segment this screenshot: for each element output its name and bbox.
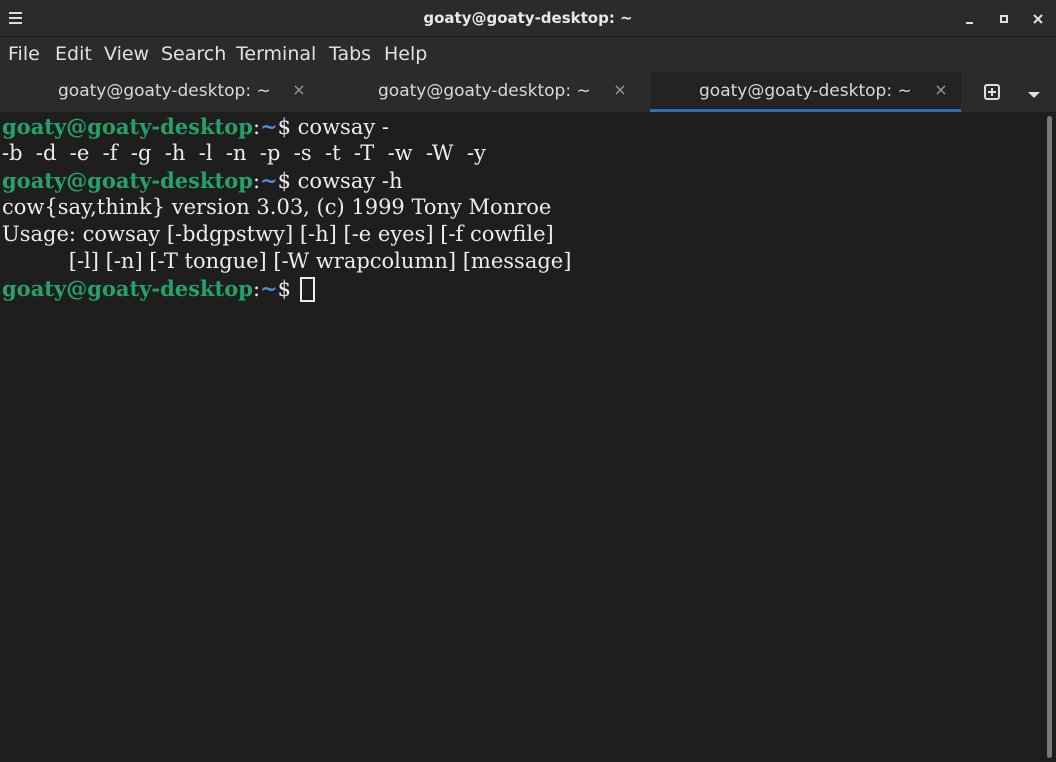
new-tab-icon bbox=[984, 84, 1000, 100]
tab-label: goaty@goaty-desktop: ~ bbox=[699, 81, 912, 101]
prompt-path: ~ bbox=[260, 276, 278, 301]
prompt-path: ~ bbox=[260, 114, 278, 139]
prompt-user: goaty@goaty-desktop bbox=[2, 276, 253, 301]
prompt-user: goaty@goaty-desktop bbox=[2, 114, 253, 139]
terminal-line: [-l] [-n] [-T tongue] [-W wrapcolumn] [m… bbox=[2, 249, 572, 273]
terminal-output[interactable]: goaty@goaty-desktop:~$ cowsay - -b -d -e… bbox=[0, 112, 1042, 762]
terminal-line: goaty@goaty-desktop:~$ bbox=[2, 275, 315, 302]
prompt-path: ~ bbox=[260, 168, 278, 193]
menu-tabs[interactable]: Tabs bbox=[329, 37, 371, 72]
tab-close-icon[interactable]: × bbox=[291, 82, 307, 98]
tab-close-icon[interactable]: × bbox=[933, 82, 949, 98]
prompt-user: goaty@goaty-desktop bbox=[2, 168, 253, 193]
menu-search[interactable]: Search bbox=[161, 37, 226, 72]
text-cursor bbox=[299, 277, 315, 302]
terminal-window: goaty@goaty-desktop: ~ File Edit View Se… bbox=[0, 0, 1056, 762]
window-title: goaty@goaty-desktop: ~ bbox=[423, 9, 633, 27]
maximize-icon bbox=[1000, 15, 1008, 23]
maximize-button[interactable] bbox=[994, 9, 1014, 29]
menu-edit[interactable]: Edit bbox=[55, 37, 92, 72]
tab-label: goaty@goaty-desktop: ~ bbox=[378, 81, 591, 101]
terminal-line: cow{say,think} version 3.03, (c) 1999 To… bbox=[2, 195, 552, 219]
scrollbar[interactable] bbox=[1042, 112, 1056, 762]
tab-label: goaty@goaty-desktop: ~ bbox=[58, 81, 271, 101]
scrollbar-thumb[interactable] bbox=[1047, 116, 1052, 758]
new-tab-button[interactable] bbox=[983, 83, 1001, 101]
menu-file[interactable]: File bbox=[8, 37, 40, 72]
terminal-line: goaty@goaty-desktop:~$ cowsay - bbox=[2, 114, 389, 139]
minimize-icon bbox=[966, 22, 973, 24]
command-text: cowsay - bbox=[291, 115, 389, 139]
command-text: cowsay -h bbox=[291, 169, 403, 193]
close-button[interactable] bbox=[1028, 9, 1048, 29]
tab-1[interactable]: goaty@goaty-desktop: ~ × bbox=[0, 72, 325, 112]
close-icon bbox=[1033, 14, 1043, 24]
terminal-line: goaty@goaty-desktop:~$ cowsay -h bbox=[2, 168, 403, 193]
terminal-line: Usage: cowsay [-bdgpstwy] [-h] [-e eyes]… bbox=[2, 222, 554, 246]
tab-2[interactable]: goaty@goaty-desktop: ~ × bbox=[325, 72, 650, 112]
minimize-button[interactable] bbox=[960, 9, 980, 29]
tab-3-active[interactable]: goaty@goaty-desktop: ~ × bbox=[650, 72, 961, 112]
title-bar[interactable]: goaty@goaty-desktop: ~ bbox=[0, 0, 1056, 37]
menu-view[interactable]: View bbox=[104, 37, 149, 72]
menu-bar: File Edit View Search Terminal Tabs Help bbox=[0, 37, 1056, 72]
tab-close-icon[interactable]: × bbox=[612, 82, 628, 98]
menu-terminal[interactable]: Terminal bbox=[236, 37, 316, 72]
terminal-line: -b -d -e -f -g -h -l -n -p -s -t -T -w -… bbox=[2, 141, 486, 165]
tab-bar: goaty@goaty-desktop: ~ × goaty@goaty-des… bbox=[0, 72, 1056, 112]
menu-help[interactable]: Help bbox=[384, 37, 427, 72]
chevron-down-icon bbox=[1028, 92, 1040, 98]
tab-menu-button[interactable] bbox=[1026, 85, 1044, 99]
